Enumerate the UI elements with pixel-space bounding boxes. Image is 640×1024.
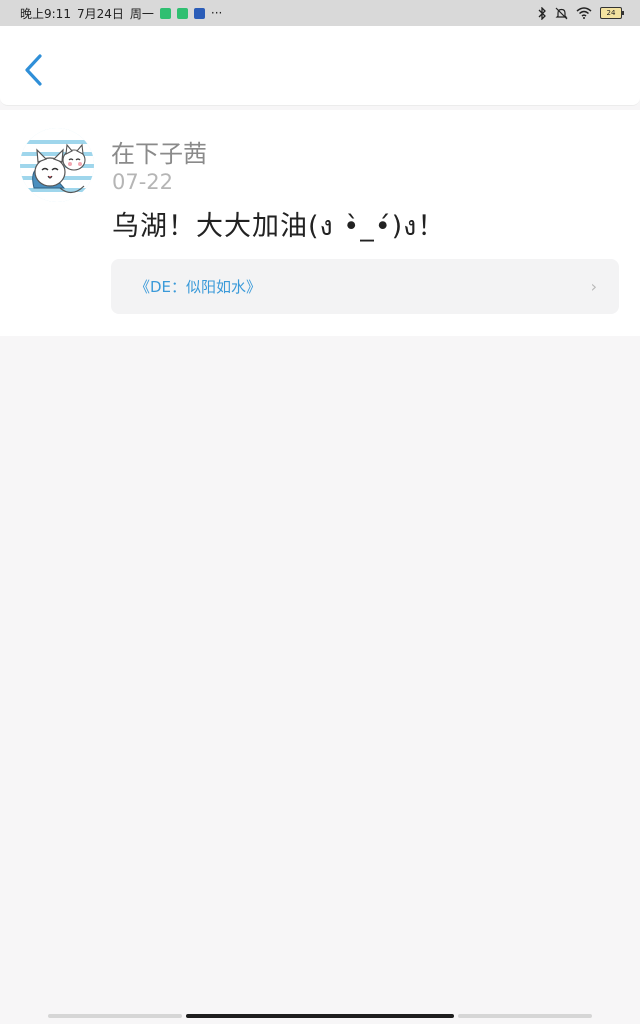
status-more-indicator: ··· <box>210 6 223 20</box>
status-date: 7月24日 <box>76 6 124 21</box>
comment-text: 乌湖！大大加油(ง •̀_•́)ง！ <box>112 211 446 242</box>
battery-icon: 24 <box>600 7 624 19</box>
back-button[interactable] <box>18 48 52 94</box>
chevron-right-icon: › <box>590 277 597 296</box>
referenced-article-title: 《DE：似阳如水》 <box>135 278 262 296</box>
app-notification-icon <box>159 7 171 19</box>
referenced-article-link[interactable]: 《DE：似阳如水》 › <box>111 259 619 314</box>
status-time: 晚上9:11 <box>20 6 71 21</box>
status-weekday: 周一 <box>129 6 154 21</box>
mute-icon <box>555 7 568 19</box>
comment-card: 在下子茜 07-22 乌湖！大大加油(ง •̀_•́)ง！ 《DE：似阳如水》 … <box>0 110 640 336</box>
status-bar: 晚上9:11 7月24日 周一 ··· 24 <box>0 0 640 26</box>
author-name[interactable]: 在下子茜 <box>111 134 207 169</box>
app-notification-icon <box>193 7 205 19</box>
nav-bar-segment <box>48 1014 182 1018</box>
status-right: 24 <box>537 6 624 20</box>
cat-avatar-icon <box>20 128 94 202</box>
top-bar <box>0 26 640 106</box>
post-date: 07-22 <box>112 170 174 194</box>
chevron-left-icon <box>25 54 42 86</box>
wifi-icon <box>576 7 592 19</box>
nav-bar-segment <box>458 1014 592 1018</box>
battery-level: 24 <box>606 9 616 17</box>
app-notification-icon <box>176 7 188 19</box>
status-left: 晚上9:11 7月24日 周一 ··· <box>20 5 222 22</box>
bluetooth-icon <box>538 6 546 20</box>
home-indicator[interactable] <box>186 1014 454 1018</box>
avatar[interactable] <box>20 128 94 202</box>
